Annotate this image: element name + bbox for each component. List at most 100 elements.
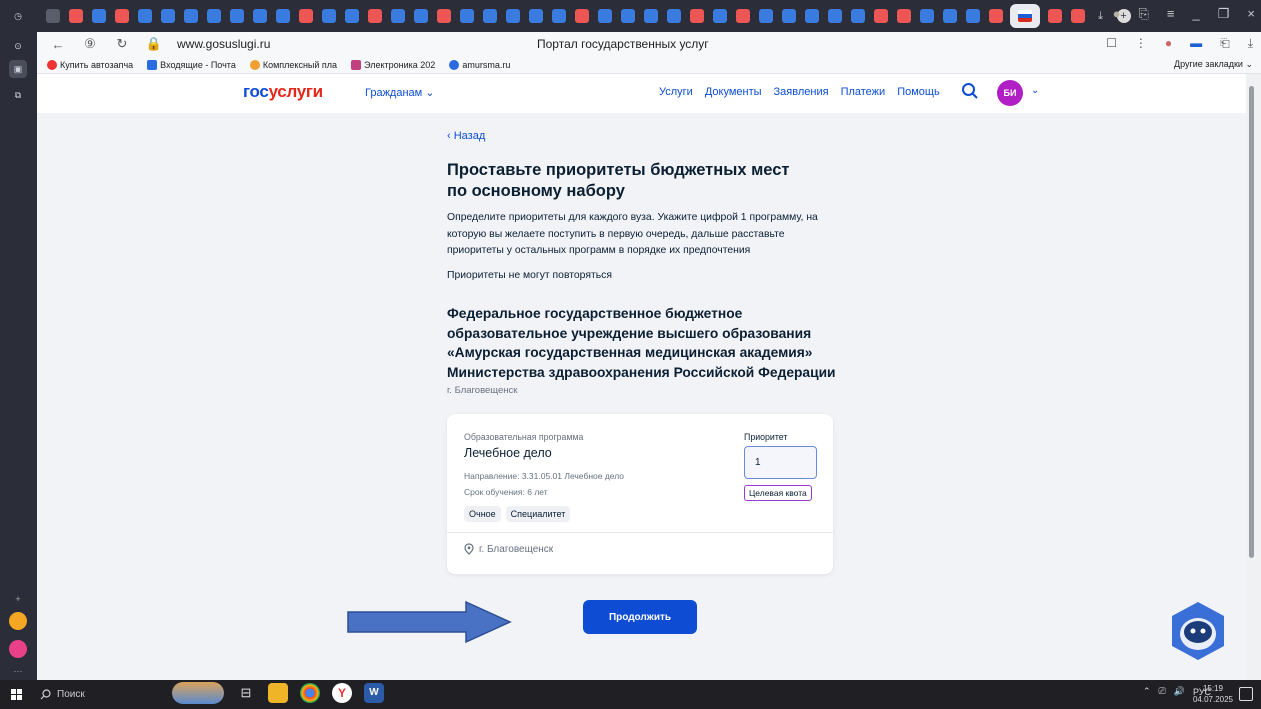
tab-favicon[interactable] xyxy=(781,9,796,23)
bookmark-item[interactable]: amursma.ru xyxy=(449,59,510,70)
sidebar-circle-icon[interactable]: ⊙ xyxy=(9,37,27,55)
taskbar-clock[interactable]: 15:19 04.07.2025 xyxy=(1193,683,1233,705)
sidebar-mail-icon[interactable] xyxy=(9,612,27,630)
close-icon[interactable]: × xyxy=(1247,6,1255,22)
tab-favicon[interactable] xyxy=(321,9,336,23)
bookmark-item[interactable]: Комплексный пла xyxy=(249,59,337,70)
restore-icon[interactable]: ❐ xyxy=(1218,6,1230,22)
tab-favicon[interactable] xyxy=(436,9,451,23)
network-icon[interactable]: ⎚ xyxy=(1159,686,1166,697)
tab-favicon[interactable] xyxy=(482,9,497,23)
tab-favicon[interactable] xyxy=(160,9,175,23)
tab-favicon[interactable] xyxy=(137,9,152,23)
avatar[interactable]: БИ xyxy=(997,80,1023,106)
sidebar-tabs-icon[interactable]: ⧉ xyxy=(9,86,27,104)
scrollbar-thumb[interactable] xyxy=(1249,86,1254,558)
tab-favicon[interactable] xyxy=(735,9,750,23)
nav-applications[interactable]: Заявления xyxy=(774,86,829,98)
downloads-icon[interactable]: ⤓ xyxy=(1248,36,1253,51)
tab-favicon[interactable] xyxy=(942,9,957,23)
chevron-down-icon[interactable]: ⌄ xyxy=(1031,85,1039,96)
flag-extension-icon[interactable]: ▬ xyxy=(1190,36,1202,51)
tab-menu-icon[interactable] xyxy=(45,9,60,23)
tab-favicon[interactable] xyxy=(850,9,865,23)
url-field[interactable]: www.gosuslugi.ru xyxy=(177,37,270,51)
minimize-icon[interactable]: _ xyxy=(1193,6,1200,22)
tab-favicon[interactable] xyxy=(1047,9,1062,23)
bookmark-item[interactable]: Электроника 202 xyxy=(351,59,435,70)
history-icon[interactable]: ◷ xyxy=(9,7,27,25)
yandex-browser-icon[interactable]: Y xyxy=(332,683,352,703)
chrome-icon[interactable] xyxy=(300,683,320,703)
priority-input[interactable] xyxy=(744,446,817,479)
sidebar-more-icon[interactable]: ··· xyxy=(9,662,27,680)
other-bookmarks[interactable]: Другие закладки ⌄ xyxy=(1174,59,1253,70)
tab-favicon[interactable] xyxy=(298,9,313,23)
sidebar-add-icon[interactable]: + xyxy=(9,590,27,608)
tab-favicon[interactable] xyxy=(229,9,244,23)
tab-favicon[interactable] xyxy=(68,9,83,23)
tray-chevron-icon[interactable]: ⌃ xyxy=(1143,686,1151,697)
tab-favicon[interactable] xyxy=(873,9,888,23)
extension-icon[interactable]: ● xyxy=(1165,36,1172,51)
tab-favicon[interactable] xyxy=(551,9,566,23)
word-icon[interactable]: W xyxy=(364,683,384,703)
continue-button[interactable]: Продолжить xyxy=(583,600,697,634)
tab-favicon[interactable] xyxy=(367,9,382,23)
tab-favicon[interactable] xyxy=(597,9,612,23)
tab-favicon[interactable] xyxy=(528,9,543,23)
taskbar-widget-icon[interactable] xyxy=(172,682,224,704)
bookmark-item[interactable]: Входящие - Почта xyxy=(147,59,236,70)
back-link[interactable]: ‹ Назад xyxy=(447,130,485,142)
tab-favicon[interactable] xyxy=(643,9,658,23)
yandex-icon[interactable]: ⑨ xyxy=(79,36,101,52)
notification-icon[interactable] xyxy=(1239,687,1253,701)
sidebar-app-icon[interactable]: ▣ xyxy=(9,60,27,78)
back-arrow-icon[interactable]: ← xyxy=(47,37,69,52)
tab-favicon[interactable] xyxy=(988,9,1003,23)
tab-favicon[interactable] xyxy=(689,9,704,23)
tab-favicon[interactable] xyxy=(620,9,635,23)
gosuslugi-logo[interactable]: госуслуги xyxy=(243,82,323,102)
tab-favicon[interactable] xyxy=(413,9,428,23)
tab-favicon[interactable] xyxy=(827,9,842,23)
windows-start-icon[interactable] xyxy=(11,689,22,700)
task-view-icon[interactable]: ⊟ xyxy=(236,683,256,703)
profile-icon[interactable]: ● xyxy=(1113,6,1121,22)
tab-favicon[interactable] xyxy=(344,9,359,23)
taskbar-search[interactable]: Поиск xyxy=(34,684,164,705)
volume-icon[interactable]: 🔊 xyxy=(1174,686,1185,697)
tab-favicon[interactable] xyxy=(206,9,221,23)
collections-icon[interactable]: ⎘ xyxy=(1139,6,1149,22)
assistant-robot-icon[interactable] xyxy=(1168,600,1228,664)
bookmark-item[interactable]: Купить автозапча xyxy=(47,59,133,70)
citizens-menu[interactable]: Гражданам ⌄ xyxy=(365,86,435,99)
nav-help[interactable]: Помощь xyxy=(897,86,940,98)
tab-favicon[interactable] xyxy=(505,9,520,23)
nav-documents[interactable]: Документы xyxy=(705,86,762,98)
tab-favicon[interactable] xyxy=(91,9,106,23)
download-icon[interactable]: ⤓ xyxy=(1094,9,1108,23)
nav-payments[interactable]: Платежи xyxy=(841,86,886,98)
reload-icon[interactable]: ↻ xyxy=(111,36,133,52)
search-icon[interactable] xyxy=(961,82,979,100)
tab-favicon[interactable] xyxy=(390,9,405,23)
tab-favicon[interactable] xyxy=(919,9,934,23)
tab-favicon[interactable] xyxy=(1070,9,1085,23)
tab-favicon[interactable] xyxy=(183,9,198,23)
tab-favicon[interactable] xyxy=(804,9,819,23)
nav-services[interactable]: Услуги xyxy=(659,86,693,98)
menu-icon[interactable]: ≡ xyxy=(1167,6,1175,22)
tab-favicon[interactable] xyxy=(965,9,980,23)
clip-icon[interactable]: ⎗ xyxy=(1220,36,1230,51)
more-icon[interactable]: ⋮ xyxy=(1135,36,1147,51)
tab-favicon[interactable] xyxy=(896,9,911,23)
tab-favicon[interactable] xyxy=(459,9,474,23)
tab-favicon[interactable] xyxy=(666,9,681,23)
tab-favicon[interactable] xyxy=(574,9,589,23)
file-explorer-icon[interactable] xyxy=(268,683,288,703)
tab-favicon[interactable] xyxy=(712,9,727,23)
bookmark-icon[interactable]: ☐ xyxy=(1106,36,1117,51)
tab-active-gosuslugi[interactable] xyxy=(1010,4,1040,28)
sidebar-alice-icon[interactable] xyxy=(9,640,27,658)
